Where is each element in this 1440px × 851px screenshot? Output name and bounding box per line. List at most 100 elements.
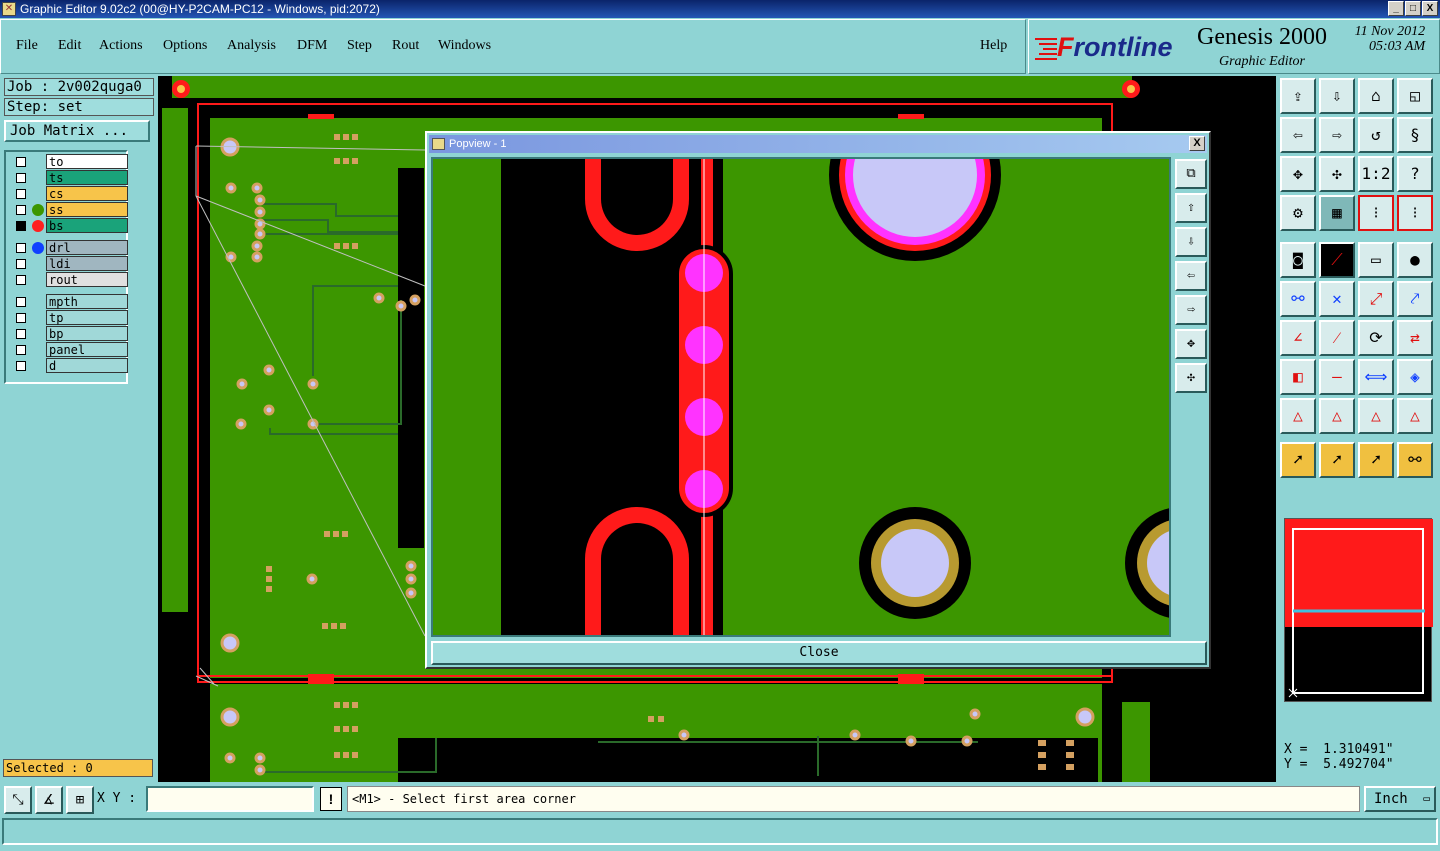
- layer-row-ts[interactable]: ts: [10, 170, 128, 186]
- layer-row-ldi[interactable]: ldi: [10, 256, 128, 272]
- close-button[interactable]: X: [1422, 1, 1438, 16]
- popview-fit-all-icon[interactable]: ✣: [1175, 363, 1207, 393]
- maximize-button[interactable]: □: [1405, 1, 1421, 16]
- menu-help[interactable]: Help: [980, 38, 1007, 54]
- layer-name[interactable]: ss: [46, 202, 128, 217]
- popview-window[interactable]: Popview - 1 X ⧉ ⇧ ⇩ ⇦ ⇨ ✥ ✣ Close: [425, 131, 1211, 669]
- zoom-home-icon[interactable]: ⇪: [1280, 78, 1316, 114]
- layer-checkbox[interactable]: [16, 157, 26, 167]
- delete-icon[interactable]: ✕: [1319, 281, 1355, 317]
- overview-minimap[interactable]: [1284, 518, 1433, 702]
- layer-row-d[interactable]: d: [10, 358, 128, 374]
- popview-fit-icon[interactable]: ✥: [1175, 329, 1207, 359]
- add-pad-icon[interactable]: ◙: [1280, 242, 1316, 278]
- shapes-icon[interactable]: ◈: [1397, 359, 1433, 395]
- popview-tool-1[interactable]: ⧉: [1175, 159, 1207, 189]
- minimize-button[interactable]: _: [1388, 1, 1404, 16]
- help-button[interactable]: ?: [1397, 156, 1433, 192]
- arc-icon[interactable]: ⟳: [1358, 320, 1394, 356]
- layer-row-tp[interactable]: tp: [10, 310, 128, 326]
- resize-icon[interactable]: ◧: [1280, 359, 1316, 395]
- layer-checkbox[interactable]: [16, 173, 26, 183]
- layer-checkbox[interactable]: [16, 221, 26, 231]
- triangle-2-icon[interactable]: △: [1319, 398, 1355, 434]
- triangle-1-icon[interactable]: △: [1280, 398, 1316, 434]
- layer-checkbox[interactable]: [16, 313, 26, 323]
- popview-canvas[interactable]: [431, 157, 1171, 637]
- snap-icon[interactable]: §: [1397, 117, 1433, 153]
- zoom-all-icon[interactable]: ✣: [1319, 156, 1355, 192]
- add-circle-icon[interactable]: ●: [1397, 242, 1433, 278]
- menu-options[interactable]: Options: [163, 38, 207, 54]
- popview-pan-right-icon[interactable]: ⇨: [1175, 295, 1207, 325]
- layer-checkbox[interactable]: [16, 361, 26, 371]
- window-split-icon[interactable]: ◱: [1397, 78, 1433, 114]
- layer-checkbox[interactable]: [16, 189, 26, 199]
- popview-pan-left-icon[interactable]: ⇦: [1175, 261, 1207, 291]
- popview-zoom-in-icon[interactable]: ⇧: [1175, 193, 1207, 223]
- popview-close-button[interactable]: Close: [431, 641, 1207, 665]
- layer-toggle-2-icon[interactable]: ⁝: [1397, 195, 1433, 231]
- connect-icon[interactable]: ⚯: [1280, 281, 1316, 317]
- grid-mode-icon[interactable]: ⊞: [66, 786, 94, 814]
- move-icon[interactable]: ⤢: [1358, 281, 1394, 317]
- layer-name[interactable]: ldi: [46, 256, 128, 271]
- pan-right-icon[interactable]: ⇨: [1319, 117, 1355, 153]
- layer-checkbox[interactable]: [16, 345, 26, 355]
- popview-close-x-button[interactable]: X: [1189, 136, 1205, 151]
- layer-row-bp[interactable]: bp: [10, 326, 128, 342]
- select-box-icon[interactable]: ➚: [1319, 442, 1355, 478]
- menu-dfm[interactable]: DFM: [297, 38, 327, 54]
- measure-icon[interactable]: ⟺: [1358, 359, 1394, 395]
- layer-row-ss[interactable]: ss: [10, 202, 128, 218]
- layer-row-to[interactable]: to: [10, 154, 128, 170]
- layer-row-rout[interactable]: rout: [10, 272, 128, 288]
- measure-tool-icon[interactable]: ⚙: [1280, 195, 1316, 231]
- layer-checkbox[interactable]: [16, 259, 26, 269]
- layer-row-cs[interactable]: cs: [10, 186, 128, 202]
- menu-rout[interactable]: Rout: [392, 38, 419, 54]
- layer-name[interactable]: bp: [46, 326, 128, 341]
- layer-name[interactable]: cs: [46, 186, 128, 201]
- layer-row-drl[interactable]: drl: [10, 240, 128, 256]
- layer-checkbox[interactable]: [16, 329, 26, 339]
- zoom-down-icon[interactable]: ⇩: [1319, 78, 1355, 114]
- select-area-icon[interactable]: ➚: [1358, 442, 1394, 478]
- menu-windows[interactable]: Windows: [438, 38, 491, 54]
- layer-row-mpth[interactable]: mpth: [10, 294, 128, 310]
- layer-name[interactable]: bs: [46, 218, 128, 233]
- slash-icon[interactable]: ⁄: [1319, 320, 1355, 356]
- layer-toggle-icon[interactable]: ⁝: [1358, 195, 1394, 231]
- menu-actions[interactable]: Actions: [99, 38, 143, 54]
- zoom-fit-icon[interactable]: ✥: [1280, 156, 1316, 192]
- angle-mode-icon[interactable]: ∡: [35, 786, 63, 814]
- popview-zoom-out-icon[interactable]: ⇩: [1175, 227, 1207, 257]
- menu-edit[interactable]: Edit: [58, 38, 81, 54]
- layer-name[interactable]: tp: [46, 310, 128, 325]
- angle-icon[interactable]: ∠: [1280, 320, 1316, 356]
- triangle-3-icon[interactable]: △: [1358, 398, 1394, 434]
- layer-name[interactable]: drl: [46, 240, 128, 255]
- layer-name[interactable]: mpth: [46, 294, 128, 309]
- grid-icon[interactable]: ▦: [1319, 195, 1355, 231]
- redraw-icon[interactable]: ↺: [1358, 117, 1394, 153]
- layer-row-panel[interactable]: panel: [10, 342, 128, 358]
- snap-mode-icon[interactable]: ⤡: [4, 786, 32, 814]
- layer-checkbox[interactable]: [16, 297, 26, 307]
- menu-analysis[interactable]: Analysis: [227, 38, 276, 54]
- ruler-icon[interactable]: ▭: [1358, 242, 1394, 278]
- menu-file[interactable]: File: [16, 38, 38, 54]
- triangle-4-icon[interactable]: △: [1397, 398, 1433, 434]
- layer-name[interactable]: ts: [46, 170, 128, 185]
- layer-checkbox[interactable]: [16, 243, 26, 253]
- scale-button[interactable]: 1:2: [1358, 156, 1394, 192]
- job-matrix-button[interactable]: Job Matrix ...: [4, 120, 150, 142]
- select-arrow-icon[interactable]: ➚: [1280, 442, 1316, 478]
- add-line-icon[interactable]: ⟋: [1319, 242, 1355, 278]
- xy-input[interactable]: [146, 786, 314, 812]
- layer-checkbox[interactable]: [16, 275, 26, 285]
- line-cut-icon[interactable]: ―: [1319, 359, 1355, 395]
- select-net-icon[interactable]: ⚯: [1397, 442, 1433, 478]
- menu-step[interactable]: Step: [347, 38, 372, 54]
- layer-name[interactable]: panel: [46, 342, 128, 357]
